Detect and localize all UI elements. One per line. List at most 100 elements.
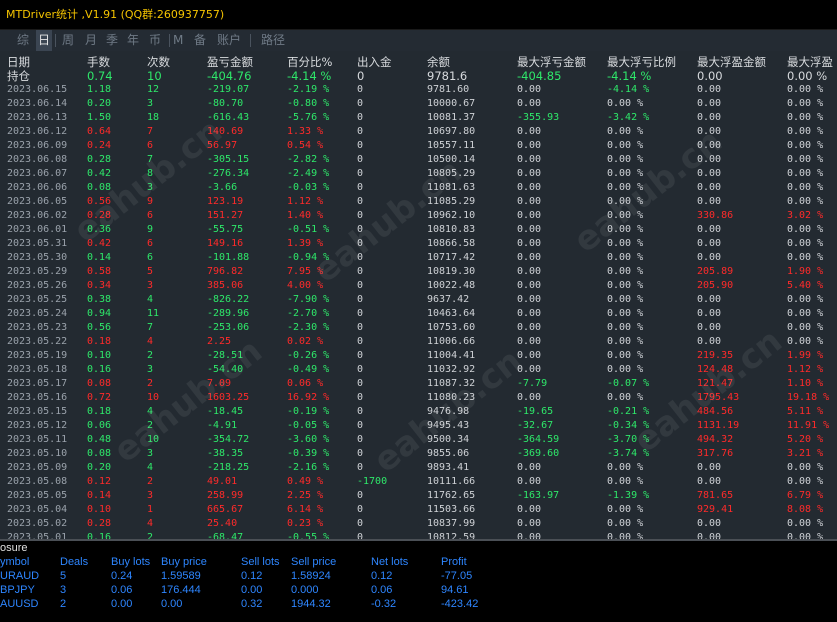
cell-col-8: 0.00 % xyxy=(607,210,644,221)
cell-col-1: 0.18 xyxy=(87,406,112,417)
tab-2[interactable]: 周 xyxy=(62,30,74,51)
tab-1[interactable]: 日 xyxy=(36,30,53,51)
table-row[interactable]: 2023.05.17 0.08 2 7.09 0.06 % 0 11087.32 -7.79 -… xyxy=(0,377,837,391)
summary-title-row: osure xyxy=(0,541,837,555)
cell-col-6: 11006.66 xyxy=(427,336,476,347)
cell-col-5: 0 xyxy=(357,126,364,137)
table-row[interactable]: 2023.06.05 0.56 9 123.19 1.12 % 0 11085.29 0.00… xyxy=(0,195,837,209)
tab-3[interactable]: 月 xyxy=(85,30,97,51)
summary-cell-col-3: 1.59589 xyxy=(161,570,201,582)
cell-col-8: 0.00 % xyxy=(607,462,644,473)
table-row[interactable]: 2023.06.15 1.18 12 -219.07 -2.19 % 0 9781.60 0.… xyxy=(0,83,837,97)
cell-col-5: -1700 xyxy=(357,476,388,487)
summary-cell-col-5: 0.000 xyxy=(291,584,319,596)
tab-0[interactable]: 综 xyxy=(17,30,29,51)
table-row[interactable]: 2023.05.19 0.10 2 -28.51 -0.26 % 0 11004.41 0.0… xyxy=(0,349,837,363)
table-row[interactable]: 2023.06.07 0.42 8 -276.34 -2.49 % 0 10805.29 0.… xyxy=(0,167,837,181)
cell-col-6: 10557.11 xyxy=(427,140,476,151)
tab-4[interactable]: 季 xyxy=(106,30,118,51)
cell-col-2: 7 xyxy=(147,154,154,165)
cell-col-9: 205.89 xyxy=(697,266,734,277)
cell-col-4: 16.92 % xyxy=(287,392,330,403)
table-row[interactable]: 2023.05.15 0.18 4 -18.45 -0.19 % 0 9476.98 -19.… xyxy=(0,405,837,419)
cell-col-6: 9781.6 xyxy=(427,69,468,83)
cell-col-6: 10810.83 xyxy=(427,224,476,235)
statistics-table[interactable]: 日期 手数 次数 盈亏金额 百分比% 出入金 余额 最大浮亏金额 最大浮亏比例 最大浮盈金额 最大浮… xyxy=(0,51,837,539)
table-row[interactable]: 2023.05.12 0.06 2 -4.91 -0.05 % 0 9495.43 -32.6… xyxy=(0,419,837,433)
tab-5[interactable]: 年 xyxy=(127,30,139,51)
cell-col-2: 4 xyxy=(147,518,154,529)
cell-col-6: 10463.64 xyxy=(427,308,476,319)
cell-col-10: 0.00 % xyxy=(787,252,824,263)
cell-col-4: -5.76 % xyxy=(287,112,330,123)
cell-col-3: -826.22 xyxy=(207,294,250,305)
cell-col-3: -68.47 xyxy=(207,532,244,539)
cell-col-6: 10753.60 xyxy=(427,322,476,333)
cell-col-10: 5.11 % xyxy=(787,406,824,417)
cell-col-3: -404.76 xyxy=(207,69,252,83)
cell-col-2: 8 xyxy=(147,168,154,179)
table-header[interactable]: 日期 手数 次数 盈亏金额 百分比% 出入金 余额 最大浮亏金额 最大浮亏比例 最大浮盈金额 最大浮… xyxy=(0,55,837,69)
tab-10[interactable]: 路径 xyxy=(261,30,285,51)
cell-col-5: 0 xyxy=(357,252,364,263)
table-row[interactable]: 2023.05.01 0.16 2 -68.47 -0.55 % 0 10812.59 0.0… xyxy=(0,531,837,539)
tab-9[interactable]: 账户 xyxy=(217,30,241,51)
table-row[interactable]: 2023.06.12 0.64 7 140.69 1.33 % 0 10697.80 0.00… xyxy=(0,125,837,139)
cell-col-4: -0.05 % xyxy=(287,420,330,431)
cell-col-2: 6 xyxy=(147,210,154,221)
table-row[interactable]: 2023.05.10 0.08 3 -38.35 -0.39 % 0 9855.06 -369… xyxy=(0,447,837,461)
cell-col-7: -404.85 xyxy=(517,69,562,83)
table-row[interactable]: 2023.06.08 0.28 7 -305.15 -2.82 % 0 10500.14 0.… xyxy=(0,153,837,167)
table-row[interactable]: 2023.06.06 0.08 3 -3.66 -0.03 % 0 11081.63 0.00… xyxy=(0,181,837,195)
tab-8[interactable]: 备 xyxy=(194,30,206,51)
table-row[interactable]: 2023.05.23 0.56 7 -253.06 -2.30 % 0 10753.60 0.… xyxy=(0,321,837,335)
table-row[interactable]: 2023.05.18 0.16 3 -54.40 -0.49 % 0 11032.92 0.0… xyxy=(0,363,837,377)
cell-col-3: -4.91 xyxy=(207,420,238,431)
holding-row[interactable]: 持仓 0.74 10 -404.76 -4.14 % 0 9781.6 -404.85 -4.1… xyxy=(0,69,837,83)
summary-row[interactable]: AUUSD 2 0.00 0.00 0.32 1944.32 -0.32 -423.42 xyxy=(0,597,837,611)
table-row[interactable]: 2023.05.22 0.18 4 2.25 0.02 % 0 11006.66 0.00 0.… xyxy=(0,335,837,349)
cell-col-6: 10805.29 xyxy=(427,168,476,179)
table-row[interactable]: 2023.05.30 0.14 6 -101.88 -0.94 % 0 10717.42 0.… xyxy=(0,251,837,265)
summary-row[interactable]: URAUD 5 0.24 1.59589 0.12 1.58924 0.12 -77.05 xyxy=(0,569,837,583)
table-row[interactable]: 2023.05.31 0.42 6 149.16 1.39 % 0 10866.58 0.00… xyxy=(0,237,837,251)
summary-header[interactable]: ymbol Deals Buy lots Buy price Sell lots Sell… xyxy=(0,555,837,569)
cell-col-4: 0.49 % xyxy=(287,476,324,487)
tab-7[interactable]: M xyxy=(173,30,183,51)
cell-col-4: -0.94 % xyxy=(287,252,330,263)
cell-col-4: -0.03 % xyxy=(287,182,330,193)
table-row[interactable]: 2023.06.13 1.50 18 -616.43 -5.76 % 0 10081.37 -… xyxy=(0,111,837,125)
cell-col-0: 2023.06.07 xyxy=(7,168,68,179)
table-row[interactable]: 2023.05.16 0.72 10 1603.25 16.92 % 0 11080.23 0… xyxy=(0,391,837,405)
table-row[interactable]: 2023.05.29 0.58 5 796.82 7.95 % 0 10819.30 0.00… xyxy=(0,265,837,279)
table-row[interactable]: 2023.06.14 0.20 3 -80.70 -0.80 % 0 10000.67 0.0… xyxy=(0,97,837,111)
table-row[interactable]: 2023.05.02 0.28 4 25.40 0.23 % 0 10837.99 0.00 0… xyxy=(0,517,837,531)
cell-col-9: 494.32 xyxy=(697,434,734,445)
cell-col-6: 10000.67 xyxy=(427,98,476,109)
table-row[interactable]: 2023.05.08 0.12 2 49.01 0.49 % -1700 10111.66 0… xyxy=(0,475,837,489)
cell-col-0: 2023.05.16 xyxy=(7,392,68,403)
cell-col-5: 0 xyxy=(357,448,364,459)
cell-col-9: 0.00 xyxy=(697,294,722,305)
summary-row[interactable]: BPJPY 3 0.06 176.444 0.00 0.000 0.06 94.61 xyxy=(0,583,837,597)
summary-cell-col-4: 0.00 xyxy=(241,584,263,596)
table-row[interactable]: 2023.06.02 0.28 6 151.27 1.40 % 0 10962.10 0.00… xyxy=(0,209,837,223)
table-row[interactable]: 2023.05.26 0.34 3 385.06 4.00 % 0 10022.48 0.00… xyxy=(0,279,837,293)
cell-col-7: 最大浮亏金额 xyxy=(517,55,586,69)
summary-cell-col-1: Deals xyxy=(60,556,89,568)
cell-col-4: -4.14 % xyxy=(287,69,332,83)
table-row[interactable]: 2023.06.01 0.36 9 -55.75 -0.51 % 0 10810.83 0.0… xyxy=(0,223,837,237)
table-row[interactable]: 2023.06.09 0.24 6 56.97 0.54 % 0 10557.11 0.00 0… xyxy=(0,139,837,153)
cell-col-6: 11081.63 xyxy=(427,182,476,193)
table-row[interactable]: 2023.05.25 0.38 4 -826.22 -7.90 % 0 9637.42 0.0… xyxy=(0,293,837,307)
table-row[interactable]: 2023.05.11 0.48 10 -354.72 -3.60 % 0 9500.34 -3… xyxy=(0,433,837,447)
table-row[interactable]: 2023.05.09 0.20 4 -218.25 -2.16 % 0 9893.41 0.0… xyxy=(0,461,837,475)
table-row[interactable]: 2023.05.05 0.14 3 258.99 2.25 % 0 11762.65 -163… xyxy=(0,489,837,503)
summary-cell-col-5: Sell price xyxy=(291,556,337,568)
table-row[interactable]: 2023.05.24 0.94 11 -289.96 -2.70 % 0 10463.64 0… xyxy=(0,307,837,321)
cell-col-1: 0.28 xyxy=(87,154,112,165)
cell-col-7: 0.00 xyxy=(517,252,542,263)
cell-col-2: 10 xyxy=(147,69,162,83)
tab-6[interactable]: 币 xyxy=(149,30,161,51)
table-row[interactable]: 2023.05.04 0.10 1 665.67 6.14 % 0 11503.66 0.00… xyxy=(0,503,837,517)
